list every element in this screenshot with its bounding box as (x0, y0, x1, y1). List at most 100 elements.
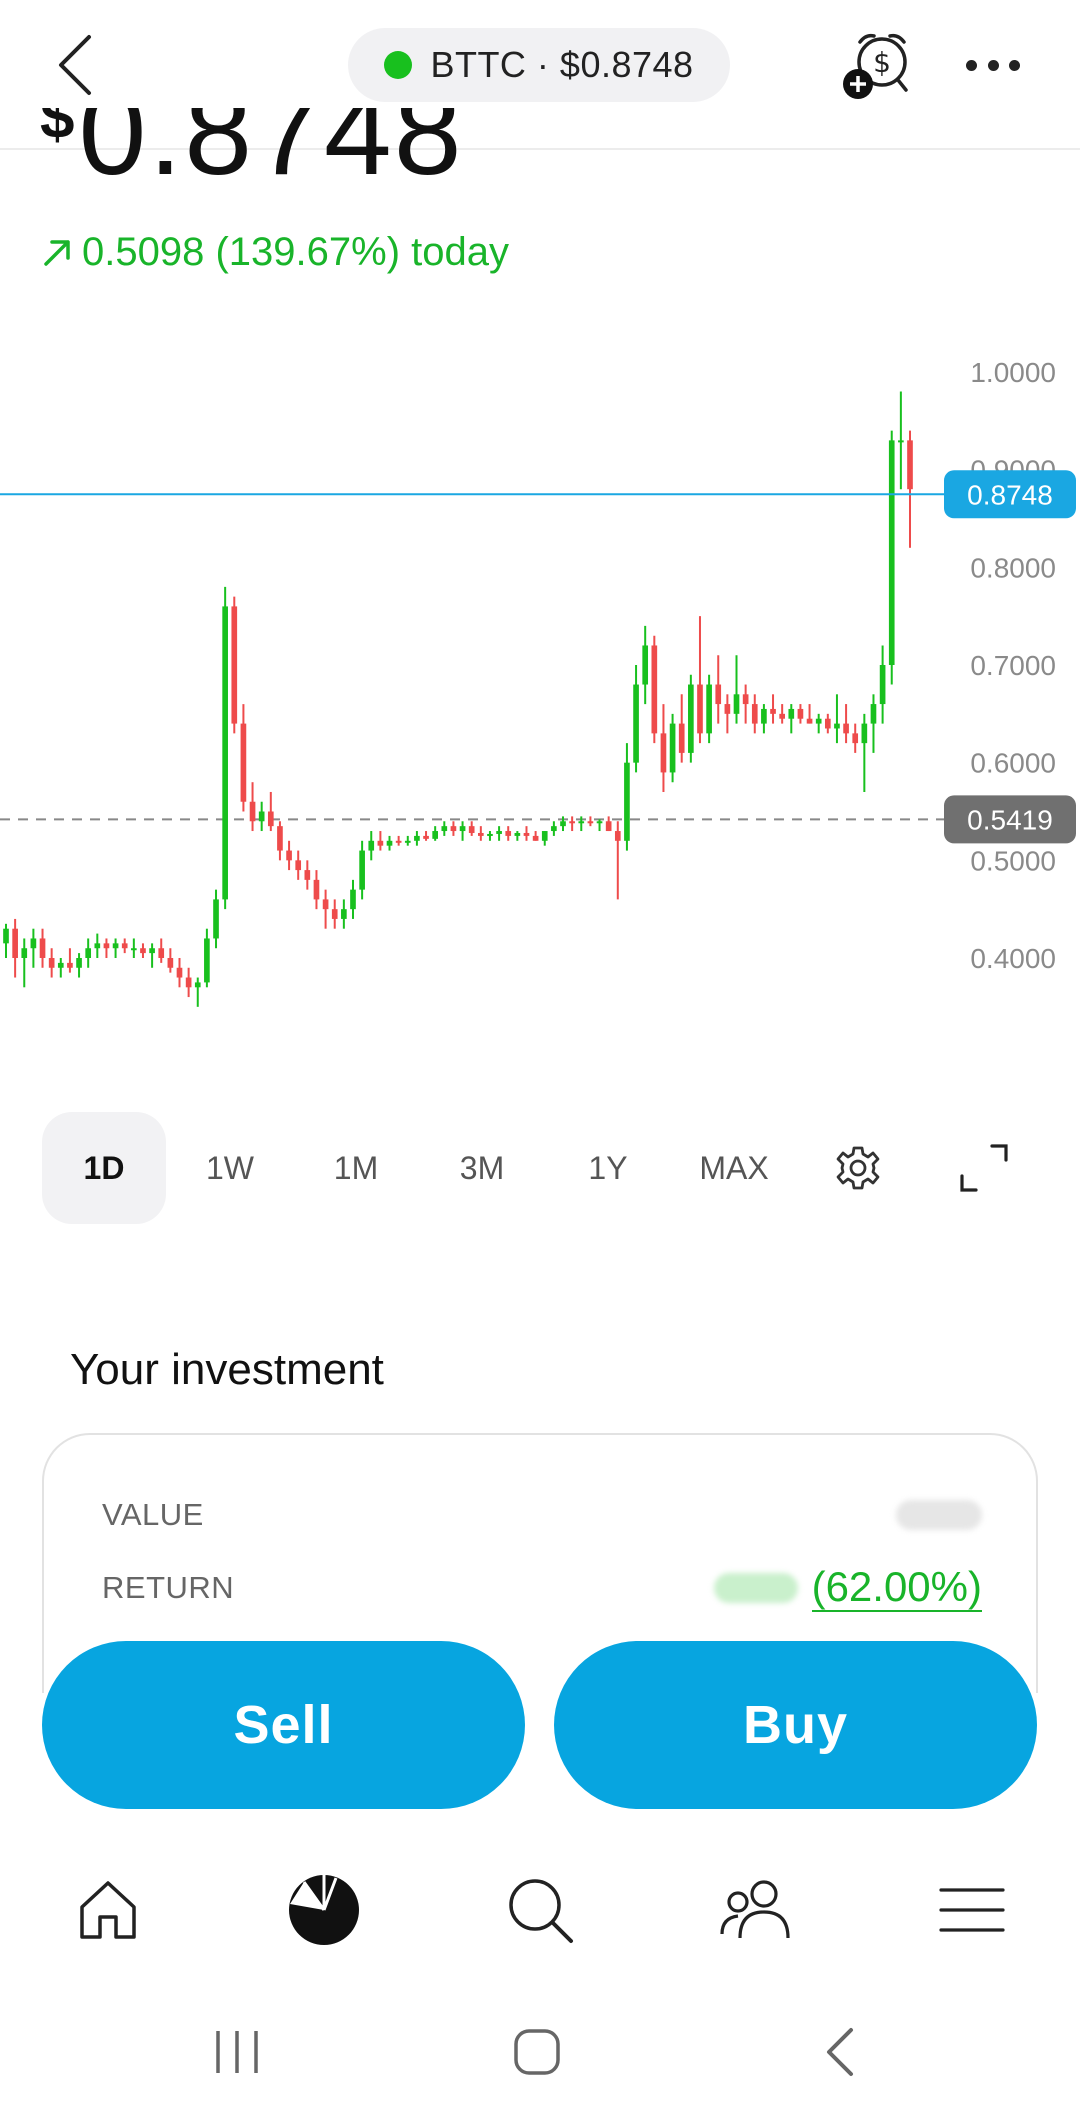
nav-community[interactable] (716, 1870, 796, 1950)
recent-apps-button[interactable] (202, 2022, 272, 2082)
nav-portfolio[interactable] (284, 1870, 364, 1950)
candle (706, 674, 712, 744)
candle (779, 704, 785, 724)
candle (112, 938, 119, 958)
chevron-left-icon (59, 35, 91, 95)
candle (770, 694, 776, 724)
investment-title: Your investment (70, 1345, 384, 1394)
candle (614, 821, 621, 900)
candle (377, 831, 384, 851)
candle (341, 899, 347, 929)
candle (222, 586, 228, 910)
candle (669, 713, 676, 783)
tab-max[interactable]: MAX (672, 1112, 796, 1224)
candle (788, 704, 795, 734)
hidden-value (896, 1500, 982, 1530)
system-navigation (0, 2000, 1080, 2113)
y-tick-label: 0.5000 (970, 845, 1056, 876)
nav-menu[interactable] (932, 1870, 1012, 1950)
candle (605, 816, 612, 832)
dot (966, 59, 977, 71)
home-icon (80, 1881, 136, 1939)
candle (806, 704, 813, 724)
candle (907, 430, 913, 548)
search-icon (509, 1879, 573, 1943)
candle (441, 821, 448, 836)
candle (496, 826, 502, 841)
y-tick-label: 0.4000 (970, 943, 1056, 974)
candle (660, 704, 667, 792)
candle (815, 713, 822, 734)
y-tick-label: 1.0000 (970, 357, 1056, 388)
candle (213, 889, 219, 949)
tab-3m[interactable]: 3M (420, 1112, 544, 1224)
price-alert-button[interactable]: $ (840, 30, 920, 102)
tab-1m[interactable]: 1M (294, 1112, 418, 1224)
candle (724, 694, 731, 734)
current-price-badge: 0.8748 (944, 470, 1076, 519)
return-percent: (62.00%) (811, 1563, 982, 1612)
candle (204, 928, 210, 988)
candle (870, 694, 877, 753)
candle (505, 826, 512, 841)
y-tick-label: 0.6000 (970, 748, 1056, 779)
tab-1d[interactable]: 1D (42, 1112, 166, 1224)
candle (879, 645, 886, 724)
reference-price-badge: 0.5419 (944, 795, 1076, 844)
nav-search[interactable] (500, 1870, 580, 1950)
fullscreen-icon[interactable] (956, 1140, 1012, 1196)
sell-button[interactable]: Sell (42, 1641, 525, 1809)
return-value[interactable]: (62.00%) (713, 1563, 982, 1612)
candle (39, 928, 46, 968)
more-options-button[interactable] (958, 40, 1028, 90)
candle (898, 391, 904, 490)
candle (331, 899, 338, 929)
candle (313, 870, 320, 910)
candle (231, 596, 238, 734)
ticker-pill[interactable]: BTTC · $0.8748 (348, 28, 730, 102)
candle (523, 826, 530, 841)
candle (423, 831, 429, 841)
price-value: 0.8748 (78, 108, 464, 200)
nav-home[interactable] (68, 1870, 148, 1950)
candle (688, 674, 694, 763)
candle (633, 665, 639, 773)
candle (368, 831, 375, 861)
candle (267, 791, 274, 832)
candle (76, 953, 82, 978)
current-price: $0.8748 (40, 108, 840, 208)
menu-icon (939, 1888, 1005, 1932)
candle (459, 821, 466, 841)
home-square-icon (514, 2029, 560, 2075)
y-tick-label: 0.8000 (970, 552, 1056, 583)
candle (295, 850, 302, 880)
home-system-button[interactable] (502, 2022, 572, 2082)
candle (94, 933, 101, 958)
buy-button[interactable]: Buy (554, 1641, 1037, 1809)
candle (824, 713, 831, 734)
candle (487, 831, 493, 841)
tab-1w[interactable]: 1W (168, 1112, 292, 1224)
arrow-up-right-icon (44, 239, 70, 266)
candle (404, 835, 411, 846)
currency-symbol: $ (40, 108, 75, 152)
system-back-button[interactable] (805, 2022, 875, 2082)
candle (131, 938, 137, 958)
candle (286, 840, 292, 871)
svg-text:$: $ (873, 46, 891, 79)
candle (678, 694, 685, 763)
gear-icon[interactable] (830, 1140, 886, 1196)
tab-1y[interactable]: 1Y (546, 1112, 670, 1224)
price-chart[interactable]: 1.00000.90000.80000.70000.60000.50000.40… (0, 330, 1080, 1030)
dot (987, 59, 999, 71)
candle (468, 821, 475, 836)
candle (541, 831, 548, 846)
ticker-label: BTTC · $0.8748 (430, 44, 694, 85)
return-row: RETURN (62.00%) (102, 1563, 982, 1613)
candle (624, 743, 630, 851)
candle (532, 831, 539, 841)
candle (386, 835, 393, 851)
price-alert-icon: $ (843, 33, 908, 99)
back-button[interactable] (40, 25, 110, 105)
candle (149, 943, 155, 968)
